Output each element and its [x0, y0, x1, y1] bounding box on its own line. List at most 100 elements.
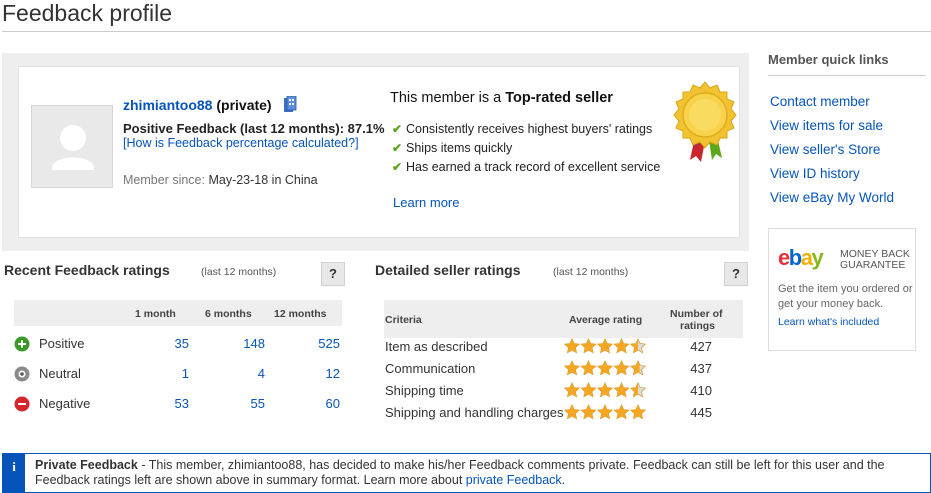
feedback-count-link[interactable]: 53	[175, 396, 189, 411]
dsr-row: Communication 437	[384, 359, 743, 381]
positive-feedback-percent: Positive Feedback (last 12 months): 87.1…	[123, 121, 385, 136]
top-rated-title: This member is a Top-rated seller	[390, 90, 613, 106]
star-icon	[580, 360, 597, 376]
private-feedback-link[interactable]: private Feedback	[466, 473, 562, 487]
quick-link-item: Contact member	[770, 94, 894, 118]
quick-link-item: View eBay My World	[770, 190, 894, 214]
star-rating	[564, 404, 647, 420]
quick-link-item: View ID history	[770, 166, 894, 190]
feedback-row-label: Neutral	[39, 366, 81, 381]
star-rating	[564, 360, 647, 376]
member-since: Member since: May-23-18 in China	[123, 173, 318, 187]
mbg-description: Get the item you ordered or get your mon…	[778, 283, 913, 310]
private-feedback-label: Private Feedback	[35, 458, 138, 472]
mbg-title: MONEY BACK GUARANTEE	[840, 249, 914, 271]
username-link[interactable]: zhimiantoo88	[123, 97, 212, 113]
star-icon	[596, 404, 614, 420]
dsr-criteria: Shipping time	[385, 383, 464, 398]
dsr-count: 410	[690, 383, 712, 398]
recent-feedback-help-button[interactable]: ?	[321, 262, 345, 286]
star-icon	[613, 360, 630, 376]
private-feedback-body: - This member, zhimiantoo88, has decided…	[35, 458, 885, 487]
check-icon: ✔	[392, 160, 403, 174]
feedback-row-label: Positive	[39, 336, 85, 351]
star-icon	[613, 382, 630, 398]
star-icon	[629, 382, 647, 398]
star-icon	[564, 338, 581, 354]
page-title: Feedback profile	[2, 0, 173, 26]
feedback-count-link[interactable]: 1	[182, 366, 189, 381]
top-rated-item-text: Ships items quickly	[406, 141, 513, 155]
private-feedback-notice: i Private Feedback - This member, zhimia…	[2, 453, 931, 493]
top-rated-item: ✔ Has earned a track record of excellent …	[392, 160, 682, 175]
feedback-row-positive: Positive 35 148 525	[14, 331, 342, 361]
star-icon	[580, 404, 597, 420]
star-icon	[613, 338, 630, 354]
view-items-link[interactable]: View items for sale	[770, 118, 883, 133]
dsr-criteria: Shipping and handling charges	[385, 405, 564, 420]
dsr-row: Shipping time 410	[384, 381, 743, 403]
feedback-count-link[interactable]: 55	[251, 396, 265, 411]
check-icon: ✔	[392, 141, 403, 155]
top-rated-item-text: Has earned a track record of excellent s…	[406, 160, 661, 174]
col-6-months: 6 months	[205, 308, 252, 320]
negative-rating-icon	[14, 396, 30, 412]
col-12-months: 12 months	[274, 308, 327, 320]
dsr-help-button[interactable]: ?	[724, 262, 748, 286]
star-icon	[629, 338, 647, 354]
view-my-world-link[interactable]: View eBay My World	[770, 190, 894, 205]
feedback-count-link[interactable]: 525	[318, 336, 340, 351]
feedback-count-link[interactable]: 148	[243, 336, 265, 351]
private-feedback-text: Private Feedback - This member, zhimiant…	[35, 458, 885, 487]
learn-more-link[interactable]: Learn more	[393, 195, 459, 210]
dsr-criteria: Item as described	[385, 339, 488, 354]
feedback-count-link[interactable]: 4	[258, 366, 265, 381]
top-rated-seller-badge-icon	[673, 81, 737, 162]
star-icon	[629, 360, 647, 376]
quick-links-divider	[768, 75, 926, 76]
top-rated-bold: Top-rated seller	[505, 90, 613, 106]
dsr-count: 427	[690, 339, 712, 354]
star-icon	[596, 338, 614, 354]
dsr-col-number: Number of ratings	[670, 308, 723, 332]
dsr-row: Item as described 427	[384, 337, 743, 359]
feedback-count-link[interactable]: 60	[326, 396, 340, 411]
star-icon	[613, 404, 630, 420]
money-back-guarantee-box: ebay MONEY BACK GUARANTEE Get the item y…	[768, 228, 916, 351]
feedback-row-label: Negative	[39, 396, 91, 411]
positive-rating-icon	[14, 336, 30, 352]
dsr-count: 437	[690, 361, 712, 376]
dsr-criteria: Communication	[385, 361, 476, 376]
store-icon[interactable]	[283, 96, 297, 113]
top-rated-item: ✔ Ships items quickly	[392, 141, 682, 156]
feedback-calc-link[interactable]: [How is Feedback percentage calculated?]	[123, 136, 359, 150]
member-since-label: Member since:	[123, 173, 209, 187]
feedback-count-link[interactable]: 35	[175, 336, 189, 351]
info-icon: i	[3, 454, 25, 492]
star-rating	[564, 382, 647, 398]
feedback-count-link[interactable]: 12	[326, 366, 340, 381]
dsr-row: Shipping and handling charges 445	[384, 403, 743, 425]
member-since-value: May-23-18 in China	[208, 173, 318, 187]
recent-feedback-title: Recent Feedback ratings	[4, 262, 170, 278]
col-1-month: 1 month	[135, 308, 176, 320]
quick-links-list: Contact member View items for sale View …	[770, 94, 894, 214]
star-rating	[564, 338, 647, 354]
dsr-title: Detailed seller ratings	[375, 262, 521, 278]
feedback-row-negative: Negative 53 55 60	[14, 391, 342, 421]
mbg-learn-link[interactable]: Learn what's included	[778, 316, 879, 328]
mbg-line2: GUARANTEE	[840, 259, 906, 271]
star-icon	[596, 382, 614, 398]
ebay-logo: ebay	[778, 245, 824, 270]
contact-member-link[interactable]: Contact member	[770, 94, 870, 109]
privacy-label: (private)	[216, 97, 272, 113]
feedback-row-neutral: Neutral 1 4 12	[14, 361, 342, 391]
top-rated-list: ✔ Consistently receives highest buyers' r…	[392, 122, 682, 179]
user-silhouette-icon	[52, 125, 94, 170]
view-store-link[interactable]: View seller's Store	[770, 142, 880, 157]
star-icon	[580, 382, 597, 398]
quick-link-item: View seller's Store	[770, 142, 894, 166]
star-icon	[564, 382, 581, 398]
avatar	[31, 105, 113, 188]
view-id-history-link[interactable]: View ID history	[770, 166, 860, 181]
